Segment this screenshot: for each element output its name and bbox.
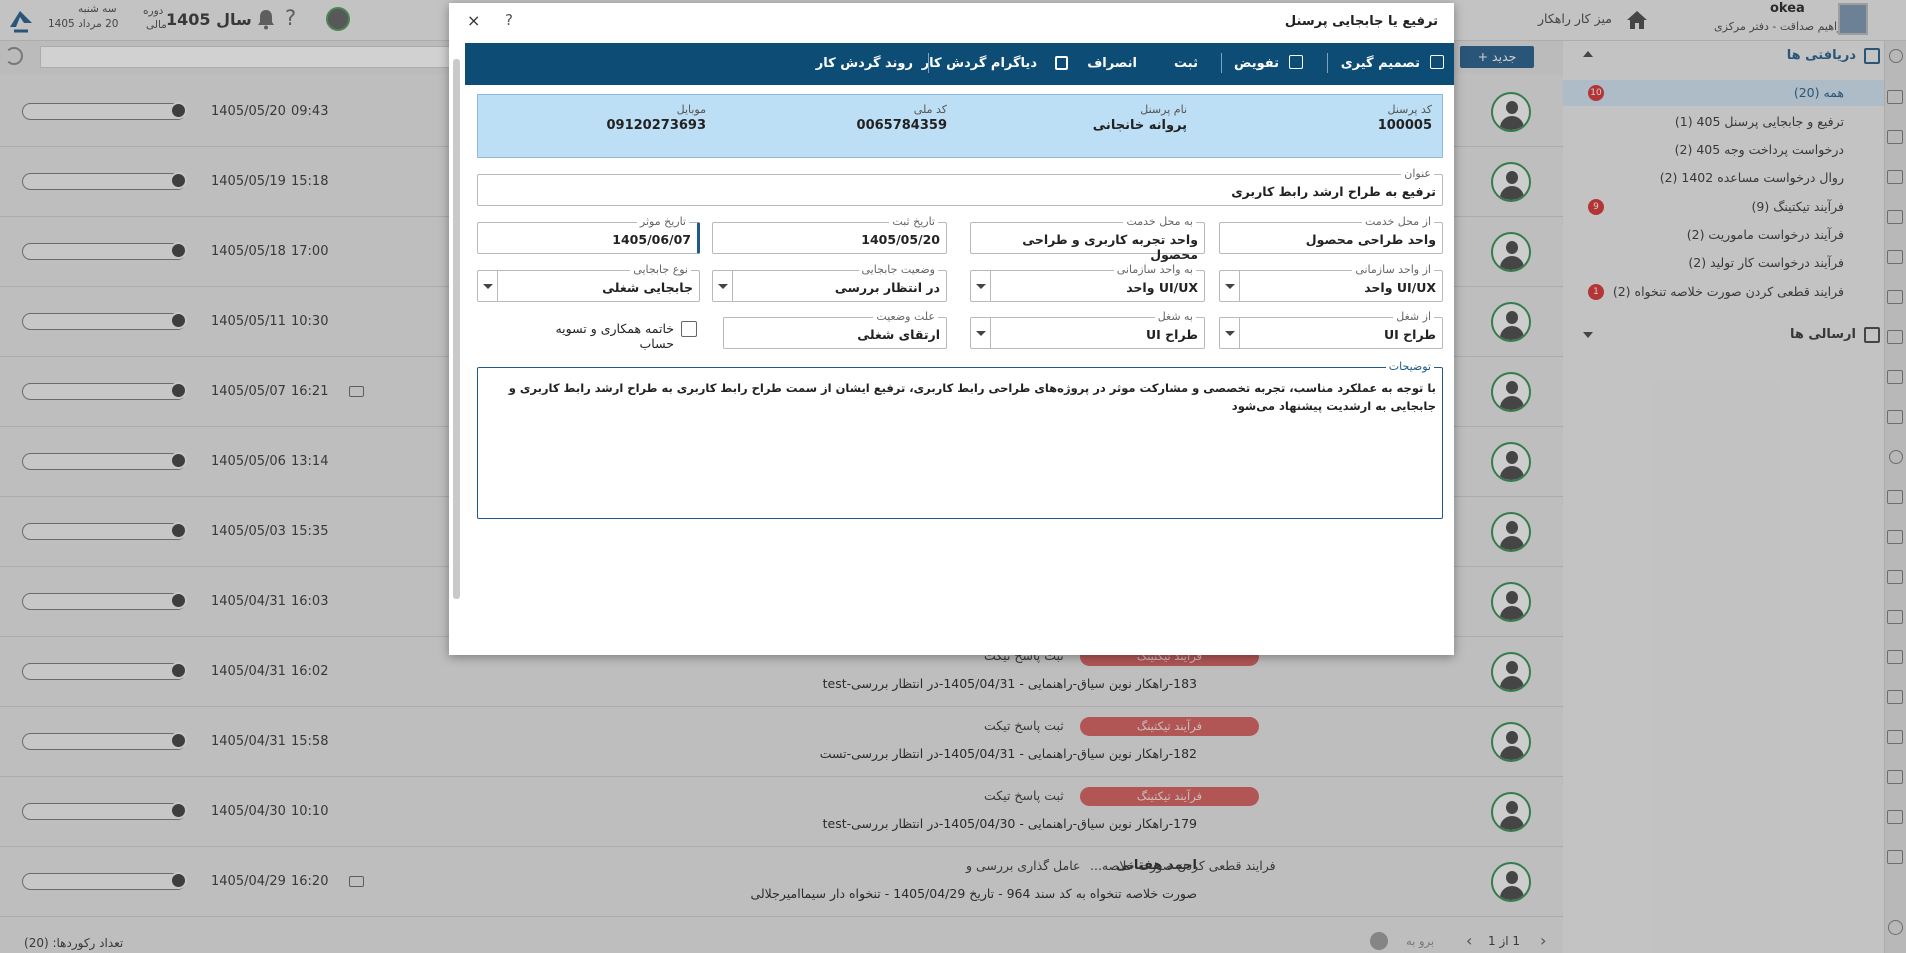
field-label: تاریخ ثبت bbox=[889, 215, 938, 228]
dialog-toolbar: تصمیم گیری تفویض ثبت انصراف دیاگرام گردش… bbox=[465, 43, 1454, 85]
transfer-type-select[interactable]: نوع جابجایی جابجایی شغلی bbox=[477, 263, 700, 302]
chevron-down-icon[interactable] bbox=[1220, 271, 1240, 301]
field-label: نوع جابجایی bbox=[630, 263, 691, 276]
field-label: از محل خدمت bbox=[1362, 215, 1434, 228]
close-icon[interactable]: × bbox=[467, 11, 480, 30]
field-value: ترفیع به طراح ارشد رابط کاربری bbox=[1231, 184, 1436, 199]
field-value: UI/UX واحد bbox=[1364, 280, 1436, 295]
cancel-button[interactable]: انصراف bbox=[1087, 56, 1137, 71]
registration-date-field[interactable]: تاریخ ثبت 1405/05/20 bbox=[712, 215, 947, 254]
chevron-down-icon[interactable] bbox=[1220, 318, 1240, 348]
field-value: واحد تجربه کاربری و طراحی محصول bbox=[1022, 232, 1198, 262]
help-icon[interactable]: ? bbox=[505, 11, 513, 29]
field-label: عنوان bbox=[1401, 167, 1434, 180]
code-value: 100005 bbox=[1377, 118, 1432, 133]
field-label: تاریخ موثر bbox=[636, 215, 689, 228]
mobile-value: 09120273693 bbox=[606, 118, 707, 133]
chevron-down-icon[interactable] bbox=[971, 271, 991, 301]
field-value: واحد طراحی محصول bbox=[1305, 232, 1436, 247]
exit-icon bbox=[1055, 56, 1068, 70]
subject-field[interactable]: عنوان ترفیع به طراح ارشد رابط کاربری bbox=[477, 167, 1443, 206]
dialog-title: ترفیع یا جابجایی پرسنل bbox=[1284, 14, 1438, 29]
chevron-down-icon[interactable] bbox=[971, 318, 991, 348]
effective-date-field[interactable]: تاریخ موثر 1405/06/07 bbox=[477, 215, 700, 254]
personnel-info: کد پرسنل 100005 نام پرسنل پروانه خانجانی… bbox=[477, 94, 1443, 158]
field-value: 1405/05/20 bbox=[861, 232, 940, 247]
code-label: کد پرسنل bbox=[1387, 103, 1432, 116]
field-label: توضیحات bbox=[1385, 360, 1434, 373]
reason-field[interactable]: علت وضعیت ارتقای شغلی bbox=[723, 310, 947, 349]
field-value: طراح UI bbox=[1145, 327, 1198, 342]
to-job-select[interactable]: به شغل طراح UI bbox=[970, 310, 1205, 349]
from-place-field[interactable]: از محل خدمت واحد طراحی محصول bbox=[1219, 215, 1443, 254]
notes-textarea[interactable]: توضیحات با توجه به عملکرد مناسب، تجربه ت… bbox=[477, 360, 1443, 519]
from-unit-select[interactable]: از واحد سازمانی UI/UX واحد bbox=[1219, 263, 1443, 302]
from-job-select[interactable]: از شغل طراح UI bbox=[1219, 310, 1443, 349]
diagram-button[interactable]: دیاگرام گردش کار bbox=[922, 56, 1037, 71]
decide-checkbox-icon bbox=[1430, 55, 1444, 69]
field-value: طراح UI bbox=[1383, 327, 1436, 342]
to-place-field[interactable]: به محل خدمت واحد تجربه کاربری و طراحی مح… bbox=[970, 215, 1205, 262]
status-select[interactable]: وضعیت جابجایی در انتظار بررسی bbox=[712, 263, 947, 302]
field-label: از شغل bbox=[1393, 310, 1434, 323]
field-label: علت وضعیت bbox=[873, 310, 938, 323]
field-label: از واحد سازمانی bbox=[1352, 263, 1434, 276]
termination-label: خاتمه همکاری و تسویه حساب bbox=[555, 321, 674, 351]
delegate-button[interactable]: تفویض bbox=[1234, 56, 1279, 71]
scrollbar-thumb[interactable] bbox=[453, 59, 460, 599]
notes-value: با توجه به عملکرد مناسب، تجربه تخصصی و م… bbox=[508, 381, 1436, 413]
to-unit-select[interactable]: به واحد سازمانی UI/UX واحد bbox=[970, 263, 1205, 302]
workflow-button[interactable]: روند گردش کار bbox=[816, 56, 913, 71]
toolbar-divider bbox=[1221, 53, 1222, 73]
chevron-down-icon[interactable] bbox=[478, 271, 498, 301]
name-value: پروانه خانجانی bbox=[1092, 118, 1187, 133]
field-value: در انتظار بررسی bbox=[834, 280, 940, 295]
field-label: به محل خدمت bbox=[1123, 215, 1196, 228]
toolbar-divider bbox=[928, 53, 929, 73]
delegate-checkbox-icon bbox=[1289, 55, 1303, 69]
submit-button[interactable]: ثبت bbox=[1174, 56, 1198, 71]
field-label: وضعیت جابجایی bbox=[858, 263, 938, 276]
field-value: ارتقای شغلی bbox=[857, 327, 940, 342]
field-value: UI/UX واحد bbox=[1126, 280, 1198, 295]
name-label: نام پرسنل bbox=[1140, 103, 1187, 116]
decide-button[interactable]: تصمیم گیری bbox=[1341, 56, 1420, 71]
field-label: به شغل bbox=[1154, 310, 1196, 323]
field-value: جابجایی شغلی bbox=[602, 280, 693, 295]
chevron-down-icon[interactable] bbox=[713, 271, 733, 301]
dialog-scrollbar[interactable] bbox=[452, 45, 462, 650]
field-value: 1405/06/07 bbox=[612, 232, 691, 247]
national-id-label: کد ملی bbox=[913, 103, 947, 116]
mobile-label: موبایل bbox=[676, 103, 706, 116]
toolbar-divider bbox=[1327, 53, 1328, 73]
termination-checkbox[interactable] bbox=[681, 321, 697, 337]
national-id-value: 0065784359 bbox=[856, 118, 947, 133]
promotion-dialog: ترفیع یا جابجایی پرسنل × ? تصمیم گیری تف… bbox=[449, 3, 1454, 655]
field-label: به واحد سازمانی bbox=[1113, 263, 1196, 276]
